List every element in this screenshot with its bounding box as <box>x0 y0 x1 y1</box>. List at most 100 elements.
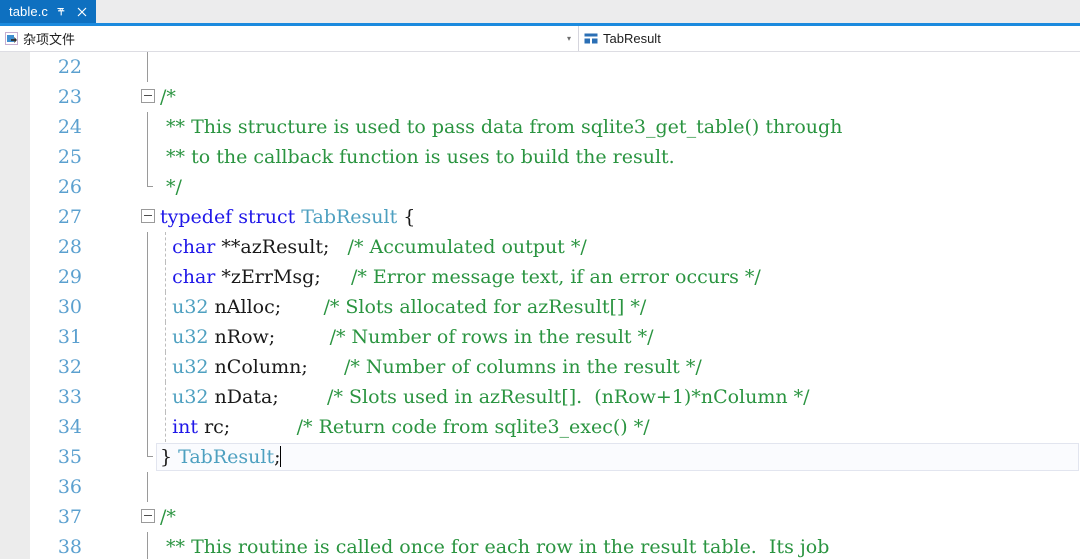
fold-column[interactable] <box>138 52 160 82</box>
line-number: 28 <box>57 236 82 258</box>
code-line[interactable]: 29 char *zErrMsg; /* Error message text,… <box>0 262 1080 292</box>
chevron-down-icon[interactable]: ▾ <box>560 34 578 43</box>
code-token-plain: *zErrMsg; <box>215 266 351 288</box>
collapse-fold-icon[interactable] <box>141 209 155 223</box>
member-scope-dropdown[interactable]: TabResult <box>578 26 1080 51</box>
code-token-keyword: char <box>172 266 216 288</box>
pin-icon[interactable] <box>55 4 68 19</box>
close-icon[interactable] <box>75 4 88 19</box>
code-token-type: u32 <box>172 296 209 318</box>
code-token-type: TabResult <box>178 446 275 468</box>
fold-column[interactable] <box>138 322 160 352</box>
code-line[interactable]: 25 ** to the callback function is uses t… <box>0 142 1080 172</box>
code-text[interactable]: u32 nColumn; /* Number of columns in the… <box>160 352 702 382</box>
document-tab-title: table.c <box>9 4 49 19</box>
fold-column[interactable] <box>138 412 160 442</box>
code-token-plain: { <box>397 206 416 228</box>
code-token-plain: **azResult; <box>215 236 348 258</box>
fold-column[interactable] <box>138 202 160 232</box>
fold-column[interactable] <box>138 532 160 559</box>
code-token-type: TabResult <box>301 206 398 228</box>
code-text[interactable]: char *zErrMsg; /* Error message text, if… <box>160 262 761 292</box>
code-line[interactable]: 36 <box>0 472 1080 502</box>
code-text[interactable]: ** This structure is used to pass data f… <box>160 112 842 142</box>
project-scope-dropdown[interactable]: 杂项文件 ▾ <box>0 26 578 51</box>
code-line[interactable]: 27 typedef struct TabResult { <box>0 202 1080 232</box>
collapse-fold-icon[interactable] <box>141 89 155 103</box>
code-lines-container[interactable]: 22 23 /* 24 ** This structure is used to pa… <box>0 52 1080 559</box>
structure-guide-line <box>147 172 153 187</box>
code-editor[interactable]: 22 23 /* 24 ** This structure is used to pa… <box>0 52 1080 559</box>
code-text[interactable]: u32 nRow; /* Number of rows in the resul… <box>160 322 653 352</box>
code-line[interactable]: 34 int rc; /* Return code from sqlite3_e… <box>0 412 1080 442</box>
code-text[interactable]: /* <box>160 82 176 112</box>
fold-column[interactable] <box>138 352 160 382</box>
code-line[interactable]: 38 ** This routine is called once for ea… <box>0 532 1080 559</box>
code-line[interactable]: 31 u32 nRow; /* Number of rows in the re… <box>0 322 1080 352</box>
code-token-type: u32 <box>172 386 209 408</box>
code-token-plain: nColumn; <box>208 356 344 378</box>
line-number: 32 <box>57 356 82 378</box>
code-token-plain: } <box>160 446 179 468</box>
code-text[interactable]: /* <box>160 502 176 532</box>
code-line[interactable]: 26 */ <box>0 172 1080 202</box>
code-text[interactable]: ** to the callback function is uses to b… <box>160 142 675 172</box>
code-line[interactable]: 24 ** This structure is used to pass dat… <box>0 112 1080 142</box>
fold-column[interactable] <box>138 172 160 202</box>
code-text[interactable]: int rc; /* Return code from sqlite3_exec… <box>160 412 650 442</box>
code-token-comment: /* Slots used in azResult[]. (nRow+1)*nC… <box>327 386 810 408</box>
line-number: 25 <box>57 146 82 168</box>
collapse-fold-icon[interactable] <box>141 509 155 523</box>
fold-column[interactable] <box>138 232 160 262</box>
fold-column[interactable] <box>138 112 160 142</box>
fold-column[interactable] <box>138 442 160 472</box>
code-token-comment: /* Number of rows in the result */ <box>329 326 654 348</box>
current-line-highlight <box>156 443 1079 471</box>
code-token-type: u32 <box>172 326 209 348</box>
fold-column[interactable] <box>138 502 160 532</box>
navigation-bar: 杂项文件 ▾ TabResult <box>0 26 1080 52</box>
structure-guide-line <box>147 322 148 352</box>
fold-column[interactable] <box>138 262 160 292</box>
code-line[interactable]: 22 <box>0 52 1080 82</box>
code-text[interactable]: u32 nAlloc; /* Slots allocated for azRes… <box>160 292 646 322</box>
line-number: 23 <box>57 86 82 108</box>
fold-column[interactable] <box>138 472 160 502</box>
document-tab-table-c[interactable]: table.c <box>0 0 97 23</box>
fold-column[interactable] <box>138 292 160 322</box>
code-token-type: u32 <box>172 356 209 378</box>
member-scope-label: TabResult <box>603 31 661 46</box>
code-text[interactable]: ** This routine is called once for each … <box>160 532 829 559</box>
code-text[interactable]: } TabResult; <box>160 442 282 472</box>
code-line[interactable]: 28 char **azResult; /* Accumulated outpu… <box>0 232 1080 262</box>
line-number: 36 <box>57 476 82 498</box>
line-number: 30 <box>57 296 82 318</box>
code-line[interactable]: 35} TabResult; <box>0 442 1080 472</box>
code-line[interactable]: 32 u32 nColumn; /* Number of columns in … <box>0 352 1080 382</box>
line-number: 34 <box>57 416 82 438</box>
fold-column[interactable] <box>138 382 160 412</box>
text-caret <box>280 446 282 467</box>
misc-file-icon <box>5 32 18 45</box>
code-text[interactable]: u32 nData; /* Slots used in azResult[]. … <box>160 382 810 412</box>
code-line[interactable]: 33 u32 nData; /* Slots used in azResult[… <box>0 382 1080 412</box>
code-line[interactable]: 30 u32 nAlloc; /* Slots allocated for az… <box>0 292 1080 322</box>
code-token-comment: ** This structure is used to pass data f… <box>160 116 843 138</box>
code-line[interactable]: 23 /* <box>0 82 1080 112</box>
fold-column[interactable] <box>138 82 160 112</box>
code-token-keyword: int <box>172 416 199 438</box>
code-text[interactable]: typedef struct TabResult { <box>160 202 415 232</box>
structure-guide-line <box>147 52 148 82</box>
structure-guide-line <box>147 442 153 457</box>
code-text[interactable]: */ <box>160 172 182 202</box>
fold-column[interactable] <box>138 142 160 172</box>
code-token-comment: /* Accumulated output */ <box>347 236 587 258</box>
line-number: 27 <box>57 206 82 228</box>
structure-guide-line <box>147 352 148 382</box>
code-line[interactable]: 37 /* <box>0 502 1080 532</box>
code-text[interactable]: char **azResult; /* Accumulated output *… <box>160 232 587 262</box>
